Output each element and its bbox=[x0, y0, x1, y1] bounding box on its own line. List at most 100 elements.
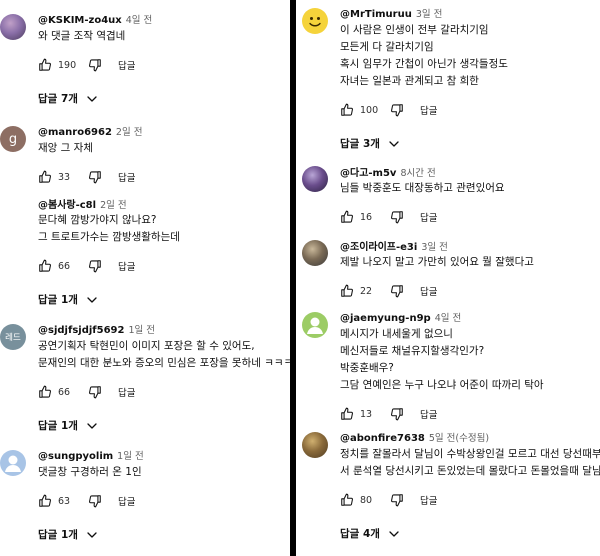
comment-text-line: 그 트로트가수는 깜방생활하는데 bbox=[38, 231, 180, 243]
like-icon[interactable] bbox=[340, 284, 354, 298]
comment-time[interactable]: 8시간 전 bbox=[400, 168, 435, 179]
view-replies-button[interactable]: 답글 1개 bbox=[38, 418, 98, 433]
comment-text-line: 공연기획자 탁현민이 이미지 포장은 할 수 있어도, bbox=[38, 340, 255, 352]
like-count: 33 bbox=[58, 171, 71, 183]
reply-button[interactable]: 답글 bbox=[420, 103, 437, 117]
dislike-icon[interactable] bbox=[390, 210, 404, 224]
comment-header: @KSKIM-zo4ux 4일 전 bbox=[38, 12, 152, 26]
comment-actions: 22 답글 bbox=[340, 283, 437, 299]
like-count: 190 bbox=[58, 59, 77, 71]
view-replies-button[interactable]: 답글 7개 bbox=[38, 91, 98, 106]
avatar[interactable] bbox=[302, 312, 328, 338]
comment-time[interactable]: 3일 전 bbox=[416, 9, 443, 20]
reply-button[interactable]: 답글 bbox=[118, 170, 135, 184]
avatar-text: 레드 bbox=[5, 333, 21, 343]
replies-label: 답글 1개 bbox=[38, 529, 78, 541]
like-icon[interactable] bbox=[38, 494, 52, 508]
chevron-down-icon bbox=[389, 530, 399, 537]
smiley-icon bbox=[309, 17, 321, 27]
comment-author[interactable]: @KSKIM-zo4ux bbox=[38, 15, 122, 26]
comment-author[interactable]: @sungpyolim bbox=[38, 451, 113, 462]
avatar[interactable] bbox=[0, 450, 26, 476]
view-replies-button[interactable]: 답글 3개 bbox=[340, 136, 400, 151]
like-icon[interactable] bbox=[38, 170, 52, 184]
reply-button[interactable]: 답글 bbox=[118, 494, 135, 508]
view-replies-button[interactable]: 답글 1개 bbox=[38, 292, 98, 307]
view-replies-button[interactable]: 답글 1개 bbox=[38, 527, 98, 542]
like-icon[interactable] bbox=[340, 407, 354, 421]
chevron-down-icon bbox=[389, 140, 399, 147]
like-icon[interactable] bbox=[38, 259, 52, 273]
comment-text: 정치를 잘몰라서 달님이 수박상왕인걸 모르고 대선 당선때부터 서 룬석열 당선… bbox=[340, 446, 600, 480]
comment-time[interactable]: 4일 전 bbox=[126, 15, 153, 26]
like-icon[interactable] bbox=[38, 385, 52, 399]
view-replies-button[interactable]: 답글 4개 bbox=[340, 526, 400, 541]
dislike-icon[interactable] bbox=[390, 284, 404, 298]
reply-button[interactable]: 답글 bbox=[420, 210, 437, 224]
comment-actions: 63 답글 bbox=[38, 493, 135, 509]
dislike-icon[interactable] bbox=[88, 259, 102, 273]
comment-actions: 16 답글 bbox=[340, 209, 437, 225]
comment-actions: 190 답글 bbox=[38, 57, 135, 73]
comment-actions: 80 답글 bbox=[340, 492, 437, 508]
reply-button[interactable]: 답글 bbox=[420, 407, 437, 421]
comment-time[interactable]: 5일 전(수정됨) bbox=[429, 433, 489, 444]
person-icon bbox=[307, 317, 323, 334]
dislike-icon[interactable] bbox=[390, 407, 404, 421]
comment-text-line: 메시지가 내세울게 없으니 bbox=[340, 328, 453, 340]
comment-author[interactable]: @다고-m5v bbox=[340, 168, 396, 179]
comment-author[interactable]: @jaemyung-n9p bbox=[340, 313, 431, 324]
comment-text: 문다혜 깜방가야지 않나요? 그 트로트가수는 깜방생활하는데 bbox=[38, 212, 180, 246]
comment-text-line: 모든게 다 갈라치기임 bbox=[340, 41, 434, 53]
like-icon[interactable] bbox=[340, 210, 354, 224]
comment-time[interactable]: 2일 전 bbox=[100, 200, 127, 211]
avatar[interactable] bbox=[302, 432, 328, 458]
avatar[interactable]: g bbox=[0, 126, 26, 152]
comment-author[interactable]: @abonfire7638 bbox=[340, 433, 425, 444]
reply-button[interactable]: 답글 bbox=[118, 385, 135, 399]
comment-text-line: 박중훈배우? bbox=[340, 362, 394, 374]
avatar[interactable] bbox=[302, 166, 328, 192]
comment-author[interactable]: @sjdjfsjdjf5692 bbox=[38, 325, 124, 336]
reply-button[interactable]: 답글 bbox=[420, 493, 437, 507]
comment-time[interactable]: 2일 전 bbox=[116, 127, 143, 138]
comment-time[interactable]: 1일 전 bbox=[117, 451, 144, 462]
comment-header: @조이라이프-e3i 3일 전 bbox=[340, 238, 448, 253]
comment-author[interactable]: @manro6962 bbox=[38, 127, 112, 138]
like-icon[interactable] bbox=[340, 493, 354, 507]
comment-header: @sjdjfsjdjf5692 1일 전 bbox=[38, 322, 155, 336]
avatar[interactable] bbox=[0, 14, 26, 40]
dislike-icon[interactable] bbox=[88, 58, 102, 72]
replies-label: 답글 3개 bbox=[340, 138, 380, 150]
comment-time[interactable]: 4일 전 bbox=[435, 313, 462, 324]
comment-actions: 13 답글 bbox=[340, 406, 437, 422]
avatar[interactable] bbox=[302, 8, 328, 34]
dislike-icon[interactable] bbox=[88, 170, 102, 184]
reply-button[interactable]: 답글 bbox=[420, 284, 437, 298]
comment-author[interactable]: @조이라이프-e3i bbox=[340, 242, 417, 253]
dislike-icon[interactable] bbox=[88, 494, 102, 508]
like-count: 13 bbox=[360, 408, 373, 420]
avatar[interactable]: 레드 bbox=[0, 324, 26, 350]
dislike-icon[interactable] bbox=[88, 385, 102, 399]
comment-time[interactable]: 3일 전 bbox=[421, 242, 448, 253]
comment-time[interactable]: 1일 전 bbox=[128, 325, 155, 336]
comment-text-line: 제발 나오지 말고 가만히 있어요 뭘 잘했다고 bbox=[340, 256, 534, 268]
comment-author[interactable]: @봄사랑-c8l bbox=[38, 200, 96, 211]
comment-actions: 100 답글 bbox=[340, 102, 437, 118]
avatar[interactable] bbox=[302, 240, 328, 266]
like-icon[interactable] bbox=[38, 58, 52, 72]
comment-header: @abonfire7638 5일 전(수정됨) bbox=[340, 430, 489, 444]
reply-button[interactable]: 답글 bbox=[118, 58, 135, 72]
replies-label: 답글 4개 bbox=[340, 528, 380, 540]
dislike-icon[interactable] bbox=[390, 493, 404, 507]
comment-text-line: 자녀는 일본과 관계되고 참 희한 bbox=[340, 75, 479, 87]
comment-text-line: 님들 박중훈도 대장동하고 관련있어요 bbox=[340, 182, 505, 194]
dislike-icon[interactable] bbox=[390, 103, 404, 117]
avatar[interactable] bbox=[0, 198, 26, 224]
comment-header: @MrTimuruu 3일 전 bbox=[340, 6, 442, 20]
like-icon[interactable] bbox=[340, 103, 354, 117]
reply-button[interactable]: 답글 bbox=[118, 259, 135, 273]
comment-text-line: 댓글창 구경하러 온 1인 bbox=[38, 466, 142, 478]
comment-author[interactable]: @MrTimuruu bbox=[340, 9, 412, 20]
